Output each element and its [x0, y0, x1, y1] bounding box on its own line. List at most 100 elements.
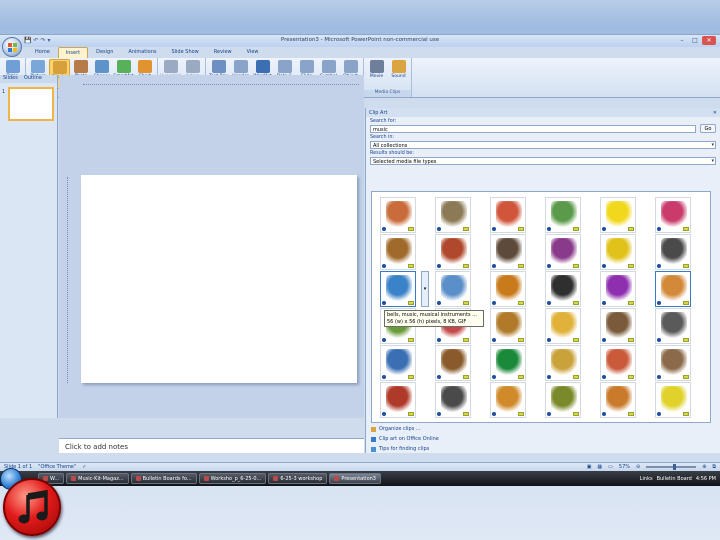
- clip-item[interactable]: [545, 271, 581, 307]
- ribbon-button-4-1[interactable]: Sound: [388, 59, 409, 89]
- clip-item[interactable]: [600, 345, 636, 381]
- tab-design[interactable]: Design: [89, 47, 120, 58]
- customize-icon[interactable]: ▾: [48, 37, 51, 44]
- clip-item[interactable]: [545, 382, 581, 418]
- zoom-level[interactable]: 57%: [619, 464, 630, 470]
- slide-canvas[interactable]: [81, 175, 357, 383]
- search-in-label: Search in:: [370, 135, 394, 140]
- clip-item[interactable]: [545, 234, 581, 270]
- clip-item[interactable]: [435, 382, 471, 418]
- clip-item[interactable]: [600, 382, 636, 418]
- clip-item[interactable]: [490, 345, 526, 381]
- clip-item[interactable]: [655, 197, 691, 233]
- clip-item[interactable]: [380, 382, 416, 418]
- clip-item[interactable]: [490, 308, 526, 344]
- zoom-out-icon[interactable]: ⊖: [636, 464, 640, 470]
- clip-online-icon: [628, 264, 634, 268]
- pane-close-icon[interactable]: ✕: [713, 110, 717, 116]
- clip-online-icon: [683, 412, 689, 416]
- fit-window-icon[interactable]: ⧉: [712, 464, 716, 470]
- notes-pane[interactable]: Click to add notes: [59, 438, 364, 453]
- clip-item[interactable]: [655, 308, 691, 344]
- tab-animations[interactable]: Animations: [121, 47, 163, 58]
- clip-dropdown-arrow[interactable]: ▾: [421, 271, 429, 307]
- save-icon[interactable]: 💾: [24, 37, 31, 44]
- clip-online-icon: [573, 227, 579, 231]
- clip-online-icon: [518, 227, 524, 231]
- results-type-select[interactable]: Selected media file types: [370, 157, 716, 165]
- tray-bulletin[interactable]: Bulletin Board: [657, 476, 692, 482]
- minimize-button[interactable]: –: [676, 36, 688, 45]
- clip-item[interactable]: [545, 345, 581, 381]
- tab-slide-show[interactable]: Slide Show: [164, 47, 205, 58]
- clip-item[interactable]: [655, 382, 691, 418]
- close-button[interactable]: ✕: [702, 36, 716, 45]
- clip-item[interactable]: [655, 234, 691, 270]
- clip-art-online-link[interactable]: Clip art on Office Online: [371, 436, 439, 442]
- clip-item[interactable]: [545, 197, 581, 233]
- clip-type-icon: [547, 338, 551, 342]
- taskbar-item[interactable]: Presentation3: [329, 473, 381, 484]
- go-button[interactable]: Go: [700, 124, 716, 133]
- clip-item[interactable]: [490, 382, 526, 418]
- clip-item[interactable]: [600, 308, 636, 344]
- clip-item[interactable]: [655, 345, 691, 381]
- taskbar-item[interactable]: 6-25-3 workshop: [268, 473, 328, 484]
- clip-item[interactable]: [490, 271, 526, 307]
- tray-links[interactable]: Links: [640, 476, 653, 482]
- tab-insert[interactable]: Insert: [57, 47, 89, 58]
- tab-home[interactable]: Home: [28, 47, 57, 58]
- slide-thumbnail[interactable]: [8, 87, 54, 121]
- clip-item[interactable]: [380, 271, 416, 307]
- search-input[interactable]: music: [370, 125, 696, 133]
- clip-item[interactable]: [380, 345, 416, 381]
- zoom-slider[interactable]: [646, 464, 697, 470]
- maximize-button[interactable]: □: [689, 36, 701, 45]
- ribbon-button-icon: [163, 60, 178, 73]
- tips-link[interactable]: Tips for finding clips: [371, 446, 429, 452]
- clip-type-icon: [657, 227, 661, 231]
- search-row: music Go: [366, 124, 720, 133]
- clip-item[interactable]: [435, 234, 471, 270]
- ribbon-button-4-0[interactable]: Movie: [366, 59, 387, 89]
- clip-item[interactable]: [600, 271, 636, 307]
- clip-item[interactable]: [490, 234, 526, 270]
- redo-icon[interactable]: ↷: [41, 37, 46, 44]
- zoom-in-icon[interactable]: ⊕: [702, 464, 706, 470]
- search-in-select[interactable]: All collections: [370, 141, 716, 149]
- status-bar: Slide 1 of 1 "Office Theme" ✓ ▣ ▦ ▭ 57% …: [0, 462, 720, 471]
- clip-item[interactable]: [600, 197, 636, 233]
- clip-art-image: [386, 238, 412, 264]
- clip-item[interactable]: [435, 197, 471, 233]
- clip-type-icon: [657, 264, 661, 268]
- clip-type-icon: [382, 227, 386, 231]
- office-button[interactable]: [2, 37, 22, 57]
- taskbar-item[interactable]: Music-Kit-Magaz...: [66, 473, 129, 484]
- undo-icon[interactable]: ↶: [33, 37, 38, 44]
- clip-item[interactable]: [490, 197, 526, 233]
- tab-view[interactable]: View: [240, 47, 266, 58]
- taskbar-item[interactable]: Bulletin Boards fo...: [130, 473, 197, 484]
- clip-item[interactable]: [380, 234, 416, 270]
- clip-art-image: [441, 386, 467, 412]
- taskbar-item[interactable]: Worksho_p_6-25-0...: [198, 473, 267, 484]
- clip-type-icon: [602, 338, 606, 342]
- tab-slides[interactable]: Slides: [0, 75, 21, 83]
- clip-item[interactable]: [655, 271, 691, 307]
- view-slideshow-icon[interactable]: ▭: [608, 464, 613, 470]
- clip-item[interactable]: [600, 234, 636, 270]
- zoom-slider-thumb[interactable]: [673, 464, 676, 470]
- organize-clips-link[interactable]: Organize clips ...: [371, 426, 421, 432]
- tab-outline[interactable]: Outline: [21, 75, 45, 83]
- spelling-icon[interactable]: ✓: [82, 464, 86, 470]
- tab-review[interactable]: Review: [207, 47, 239, 58]
- clip-item[interactable]: [380, 197, 416, 233]
- office-logo-icon: [8, 43, 17, 52]
- clip-type-icon: [657, 338, 661, 342]
- clip-item[interactable]: [435, 345, 471, 381]
- view-normal-icon[interactable]: ▣: [587, 464, 592, 470]
- clip-item[interactable]: [435, 271, 471, 307]
- taskbar-app-icon: [334, 476, 340, 481]
- view-sorter-icon[interactable]: ▦: [597, 464, 602, 470]
- clip-item[interactable]: [545, 308, 581, 344]
